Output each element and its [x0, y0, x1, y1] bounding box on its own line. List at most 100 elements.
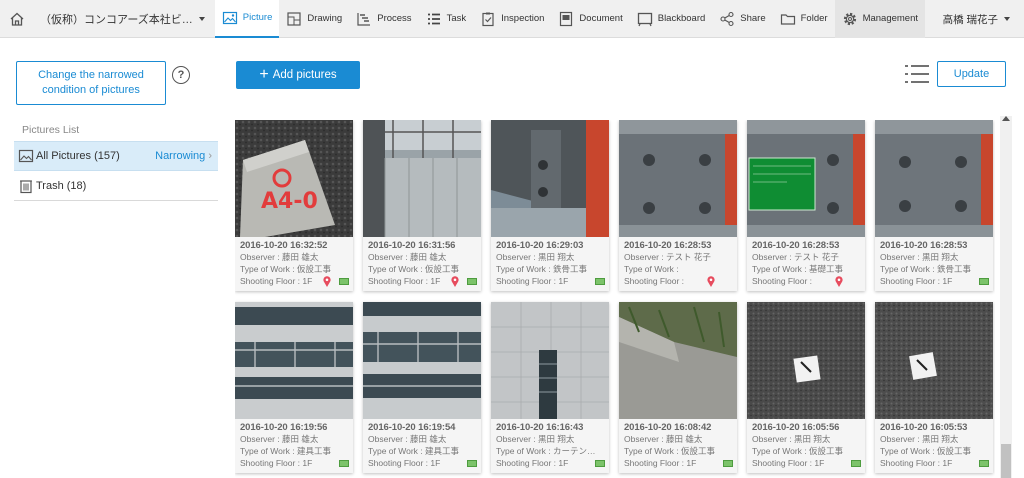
tab-management[interactable]: Management — [834, 0, 926, 38]
picture-meta: 2016-10-20 16:28:53 Observer : テスト 花子 Ty… — [619, 237, 737, 291]
user-menu[interactable]: 高橋 瑞花子 — [943, 0, 1010, 38]
picture-floor: Shooting Floor : 1F — [496, 275, 569, 286]
picture-floor: Shooting Floor : 1F — [880, 457, 953, 468]
picture-thumbnail[interactable] — [619, 302, 737, 419]
picture-work-type: Type of Work : 基礎工事 — [752, 263, 844, 274]
picture-meta: 2016-10-20 16:28:53 Observer : テスト 花子 Ty… — [747, 237, 865, 291]
list-view-icon[interactable] — [904, 64, 930, 84]
picture-thumbnail[interactable] — [875, 302, 993, 419]
picture-card[interactable]: 2016-10-20 16:08:42 Observer : 藤田 雄太 Typ… — [619, 302, 737, 473]
change-narrowed-condition-button[interactable]: Change the narrowed condition of picture… — [16, 61, 166, 105]
tab-folder[interactable]: Folder — [773, 0, 835, 38]
trash-icon — [20, 179, 32, 193]
tab-share[interactable]: Share — [712, 0, 772, 38]
picture-observer: Observer : 黒田 翔太 — [496, 434, 575, 444]
picture-card[interactable]: 2016-10-20 16:05:53 Observer : 黒田 翔太 Typ… — [875, 302, 993, 473]
blackboard-icon — [595, 278, 605, 285]
picture-meta: 2016-10-20 16:19:56 Observer : 藤田 雄太 Typ… — [235, 419, 353, 473]
picture-floor: Shooting Floor : 1F — [240, 275, 313, 286]
picture-datetime: 2016-10-20 16:05:53 — [880, 422, 968, 433]
drawing-icon — [287, 11, 301, 26]
picture-floor: Shooting Floor : — [752, 275, 813, 286]
picture-card[interactable]: 2016-10-20 16:28:53 Observer : テスト 花子 Ty… — [619, 120, 737, 291]
tab-blackboard[interactable]: Blackboard — [630, 0, 713, 38]
tab-picture[interactable]: Picture — [214, 0, 280, 38]
inspection-icon — [482, 12, 494, 26]
update-button[interactable]: Update — [937, 61, 1006, 87]
picture-card[interactable]: 2016-10-20 16:31:56 Observer : 藤田 雄太 Typ… — [363, 120, 481, 291]
picture-floor: Shooting Floor : 1F — [368, 457, 441, 468]
picture-thumbnail[interactable] — [619, 120, 737, 237]
picture-thumbnail[interactable] — [363, 120, 481, 237]
picture-thumbnail[interactable] — [491, 302, 609, 419]
picture-work-type: Type of Work : 仮設工事 — [624, 445, 716, 456]
picture-thumbnail[interactable] — [875, 120, 993, 237]
picture-observer: Observer : テスト 花子 — [752, 252, 839, 262]
picture-work-type: Type of Work : 仮設工事 — [240, 263, 332, 274]
sidebar-item-all-pictures[interactable]: All Pictures (157) Narrowing › — [14, 141, 218, 171]
folder-icon — [780, 13, 795, 25]
chevron-down-icon — [198, 16, 205, 21]
help-icon[interactable]: ? — [172, 66, 190, 84]
picture-work-type: Type of Work : 仮設工事 — [368, 263, 460, 274]
tab-drawing[interactable]: Drawing — [279, 0, 349, 38]
chevron-right-icon: › — [208, 150, 212, 162]
picture-meta: 2016-10-20 16:31:56 Observer : 藤田 雄太 Typ… — [363, 237, 481, 291]
pictures-list-heading: Pictures List — [22, 124, 80, 136]
scrollbar-thumb[interactable] — [1001, 444, 1011, 478]
picture-observer: Observer : 藤田 雄太 — [368, 252, 447, 262]
scroll-up-arrow-icon[interactable] — [1002, 116, 1010, 121]
picture-thumbnail[interactable] — [747, 302, 865, 419]
picture-thumbnail[interactable] — [747, 120, 865, 237]
picture-card[interactable]: 2016-10-20 16:16:43 Observer : 黒田 翔太 Typ… — [491, 302, 609, 473]
picture-meta: 2016-10-20 16:05:53 Observer : 黒田 翔太 Typ… — [875, 419, 993, 473]
tab-label: Process — [377, 13, 412, 24]
gear-icon — [843, 12, 856, 25]
picture-card[interactable]: A4-0 2016-10-20 16:32:52 Observer : 藤田 雄… — [235, 120, 353, 291]
user-name: 高橋 瑞花子 — [942, 13, 998, 26]
document-icon — [560, 11, 573, 26]
picture-datetime: 2016-10-20 16:19:54 — [368, 422, 456, 433]
picture-card[interactable]: 2016-10-20 16:19:56 Observer : 藤田 雄太 Typ… — [235, 302, 353, 473]
picture-floor: Shooting Floor : 1F — [240, 457, 313, 468]
picture-floor: Shooting Floor : 1F — [752, 457, 825, 468]
tab-label: Blackboard — [657, 13, 706, 24]
picture-card[interactable]: 2016-10-20 16:19:54 Observer : 藤田 雄太 Typ… — [363, 302, 481, 473]
picture-thumbnail[interactable] — [235, 302, 353, 419]
tab-inspection[interactable]: Inspection — [473, 0, 551, 38]
picture-thumbnail[interactable] — [491, 120, 609, 237]
blackboard-icon — [467, 460, 477, 467]
narrowing-link[interactable]: Narrowing › — [155, 150, 212, 162]
picture-card[interactable]: 2016-10-20 16:05:56 Observer : 黒田 翔太 Typ… — [747, 302, 865, 473]
sidebar-item-label: All Pictures (157) — [36, 150, 120, 162]
scrollbar-track[interactable] — [1000, 116, 1012, 478]
picture-floor: Shooting Floor : 1F — [624, 457, 697, 468]
home-button[interactable] — [0, 0, 34, 38]
tab-task[interactable]: Task — [419, 0, 474, 38]
picture-card[interactable]: 2016-10-20 16:29:03 Observer : 黒田 翔太 Typ… — [491, 120, 609, 291]
tab-label: Management — [862, 13, 919, 24]
picture-grid: A4-0 2016-10-20 16:32:52 Observer : 藤田 雄… — [235, 120, 995, 478]
picture-observer: Observer : 黒田 翔太 — [880, 252, 959, 262]
picture-card[interactable]: 2016-10-20 16:28:53 Observer : 黒田 翔太 Typ… — [875, 120, 993, 291]
picture-work-type: Type of Work : 仮設工事 — [880, 445, 972, 456]
add-pictures-button[interactable]: + Add pictures — [236, 61, 360, 89]
picture-observer: Observer : 藤田 雄太 — [240, 252, 319, 262]
picture-observer: Observer : 藤田 雄太 — [368, 434, 447, 444]
plus-icon: + — [259, 66, 269, 83]
picture-card[interactable]: 2016-10-20 16:28:53 Observer : テスト 花子 Ty… — [747, 120, 865, 291]
svg-text:A4-0: A4-0 — [261, 189, 318, 214]
narrow-button-label: Change the narrowed condition of picture… — [38, 69, 144, 96]
blackboard-icon — [339, 278, 349, 285]
tab-process[interactable]: Process — [349, 0, 418, 38]
blackboard-icon — [723, 460, 733, 467]
picture-meta: 2016-10-20 16:16:43 Observer : 黒田 翔太 Typ… — [491, 419, 609, 473]
picture-thumbnail[interactable] — [363, 302, 481, 419]
tab-document[interactable]: Document — [551, 0, 629, 38]
picture-datetime: 2016-10-20 16:16:43 — [496, 422, 584, 433]
project-selector[interactable]: （仮称）コンコアーズ本社ビ… — [34, 0, 211, 38]
picture-thumbnail[interactable]: A4-0 — [235, 120, 353, 237]
sidebar-item-trash[interactable]: Trash (18) — [14, 171, 218, 201]
tab-label: Document — [579, 13, 623, 24]
tab-label: Task — [446, 13, 467, 24]
